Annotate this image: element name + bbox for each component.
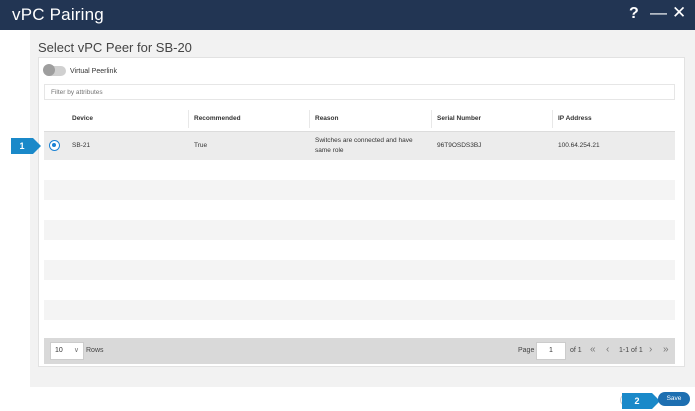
cell-reason-line2: same role	[315, 147, 344, 154]
radio-dot	[52, 143, 56, 147]
cell-ip-address: 100.64.254.21	[558, 142, 600, 149]
rows-per-page-value: 10	[55, 347, 63, 354]
column-divider	[431, 110, 432, 128]
page-total-label: of 1	[570, 347, 582, 354]
row-select-radio[interactable]	[49, 140, 60, 151]
save-button[interactable]: Save	[658, 392, 690, 406]
page-number-input[interactable]: 1	[536, 342, 566, 360]
empty-row	[44, 300, 675, 320]
column-header-recommended[interactable]: Recommended	[194, 115, 241, 122]
range-label: 1-1 of 1	[619, 347, 643, 354]
column-header-device[interactable]: Device	[72, 115, 93, 122]
column-divider	[188, 110, 189, 128]
column-header-serial-number[interactable]: Serial Number	[437, 115, 481, 122]
column-divider	[552, 110, 553, 128]
help-icon[interactable]: ?	[629, 4, 639, 24]
column-header-reason[interactable]: Reason	[315, 115, 338, 122]
filter-input[interactable]	[44, 84, 675, 100]
virtual-peerlink-label: Virtual Peerlink	[70, 68, 117, 75]
step-callout-2: 2	[622, 393, 660, 409]
first-page-icon[interactable]: «	[590, 344, 596, 356]
step-callout-1: 1	[11, 138, 41, 154]
empty-row	[44, 200, 675, 220]
peer-table: Device Recommended Reason Serial Number …	[44, 106, 675, 335]
empty-row	[44, 160, 675, 180]
empty-row	[44, 320, 675, 335]
toggle-knob	[43, 64, 55, 76]
page-title: Select vPC Peer for SB-20	[38, 40, 192, 55]
empty-row	[44, 260, 675, 280]
chevron-down-icon: ∨	[73, 347, 79, 354]
rows-per-page-select[interactable]: 10 ∨	[50, 342, 84, 360]
pagination-bar: 10 ∨ Rows Page 1 of 1 « ‹ 1-1 of 1 › »	[44, 338, 675, 364]
empty-row	[44, 180, 675, 200]
empty-row	[44, 220, 675, 240]
close-icon[interactable]: ✕	[672, 3, 686, 23]
previous-page-icon[interactable]: ‹	[606, 344, 609, 356]
title-bar: vPC Pairing ? — ✕	[0, 0, 695, 30]
cell-serial-number: 96T9OSDS3BJ	[437, 142, 482, 149]
page-label: Page	[518, 347, 535, 354]
cell-recommended: True	[194, 142, 208, 149]
virtual-peerlink-toggle[interactable]	[43, 64, 66, 76]
window-title: vPC Pairing	[12, 5, 104, 24]
table-header: Device Recommended Reason Serial Number …	[44, 106, 675, 132]
column-divider	[309, 110, 310, 128]
cell-reason-line1: Switches are connected and have	[315, 137, 413, 144]
cell-device: SB-21	[72, 142, 91, 149]
empty-row	[44, 280, 675, 300]
last-page-icon[interactable]: »	[663, 344, 669, 356]
column-header-ip-address[interactable]: IP Address	[558, 115, 592, 122]
next-page-icon[interactable]: ›	[649, 344, 652, 356]
minimize-icon[interactable]: —	[650, 3, 667, 23]
rows-label: Rows	[86, 347, 104, 354]
empty-row	[44, 240, 675, 260]
table-row[interactable]: SB-21 True Switches are connected and ha…	[44, 132, 675, 160]
